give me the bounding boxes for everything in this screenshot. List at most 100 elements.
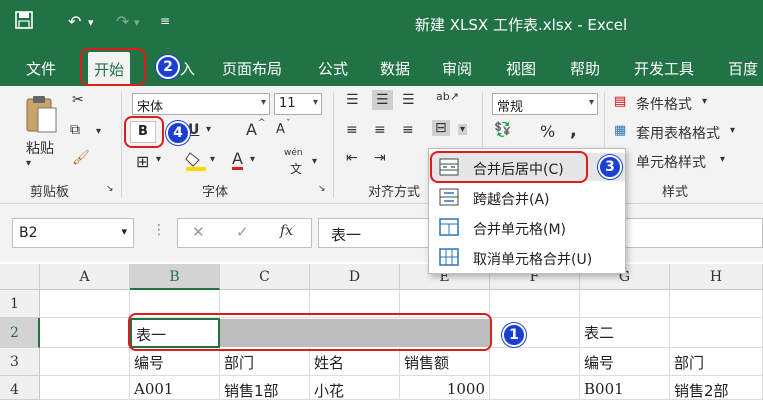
borders-icon[interactable]: ⊞ (136, 152, 149, 171)
name-box[interactable]: B2 ▾ (12, 218, 134, 248)
cell-g2[interactable]: 表二 (580, 318, 670, 348)
fill-color-icon[interactable] (184, 150, 208, 176)
format-painter-icon[interactable]: 🖌 (72, 150, 90, 166)
cell-a1[interactable] (40, 290, 130, 318)
shrink-font-button[interactable]: A (276, 122, 285, 137)
tab-help[interactable]: 帮助 (570, 58, 600, 79)
cell-c3[interactable]: 部门 (220, 348, 310, 376)
fill-color-dropdown-icon[interactable]: ▾ (210, 154, 215, 165)
redo-dropdown-icon[interactable]: ▾ (134, 16, 140, 29)
undo-icon[interactable]: ↶ (68, 12, 81, 31)
align-middle-icon[interactable]: ☰ (372, 90, 393, 110)
cell-styles-button[interactable]: 单元格样式 (636, 152, 706, 172)
font-name-select[interactable]: 宋体 ▾ (132, 93, 270, 115)
row-header-3[interactable]: 3 (0, 348, 40, 376)
cell-e3[interactable]: 销售额 (400, 348, 490, 376)
cell-g1[interactable] (580, 290, 670, 318)
paste-label[interactable]: 粘贴 (26, 138, 54, 158)
tab-data[interactable]: 数据 (380, 58, 410, 79)
formula-bar-handle-icon[interactable]: ⋮ (152, 222, 166, 238)
cell-f1[interactable] (490, 290, 580, 318)
paste-dropdown-icon[interactable]: ▾ (26, 158, 31, 169)
customize-toolbar-icon[interactable]: ≡ (160, 14, 170, 28)
phonetic-guide-button[interactable]: wén (284, 148, 303, 158)
phonetic-dropdown-icon[interactable]: ▾ (312, 156, 317, 167)
insert-function-icon[interactable]: fx (280, 223, 293, 239)
number-format-select[interactable]: 常规 ▾ (492, 93, 598, 115)
font-size-select[interactable]: 11 ▾ (274, 93, 322, 115)
row-header-1[interactable]: 1 (0, 290, 40, 318)
accounting-format-icon[interactable]: 💱 (494, 122, 511, 138)
menu-item-unmerge-cells[interactable]: 取消单元格合并(U) (429, 243, 625, 271)
menu-item-merge-across[interactable]: 跨越合并(A) (429, 183, 625, 211)
cell-b4[interactable]: A001 (130, 376, 220, 400)
row-header-4[interactable]: 4 (0, 376, 40, 400)
conditional-format-button[interactable]: 条件格式 (636, 94, 692, 114)
column-header-c[interactable]: C (220, 264, 310, 290)
cell-h1[interactable] (670, 290, 763, 318)
cell-d3[interactable]: 姓名 (310, 348, 400, 376)
tab-insert[interactable]: 入 (180, 58, 195, 79)
font-color-dropdown-icon[interactable]: ▾ (250, 154, 255, 165)
cell-g3[interactable]: 编号 (580, 348, 670, 376)
cell-h4[interactable]: 销售2部 (670, 376, 763, 400)
format-as-table-button[interactable]: 套用表格格式 (636, 123, 720, 143)
align-right-icon[interactable]: ≡ (402, 122, 414, 138)
row-header-2[interactable]: 2 (0, 318, 40, 348)
decrease-indent-icon[interactable]: ⇤ (346, 150, 358, 166)
copy-dropdown-icon[interactable]: ▾ (96, 126, 101, 137)
menu-item-merge-cells[interactable]: 合并单元格(M) (429, 213, 625, 241)
align-top-icon[interactable]: ☰ (346, 92, 359, 108)
cell-c4[interactable]: 销售1部 (220, 376, 310, 400)
chevron-down-icon[interactable]: ▾ (121, 225, 127, 238)
orientation-icon[interactable]: ab↗ (436, 90, 459, 103)
column-header-d[interactable]: D (310, 264, 400, 290)
clipboard-launcher-icon[interactable]: ↘ (106, 184, 114, 194)
borders-dropdown-icon[interactable]: ▾ (156, 154, 161, 165)
cancel-icon[interactable]: ✕ (192, 223, 205, 241)
comma-button[interactable]: , (570, 120, 577, 141)
cell-f3[interactable] (490, 348, 580, 376)
column-header-h[interactable]: H (670, 264, 763, 290)
tab-formulas[interactable]: 公式 (318, 58, 348, 79)
chevron-down-icon[interactable]: ▾ (730, 125, 735, 136)
cut-icon[interactable]: ✂ (72, 92, 84, 108)
chevron-down-icon[interactable]: ▾ (702, 96, 707, 107)
tab-page-layout[interactable]: 页面布局 (222, 58, 282, 79)
cell-b3[interactable]: 编号 (130, 348, 220, 376)
column-header-b[interactable]: B (130, 264, 220, 290)
copy-icon[interactable]: ⧉ (70, 122, 80, 138)
cell-a4[interactable] (40, 376, 130, 400)
align-left-icon[interactable]: ≡ (346, 122, 358, 138)
cell-d4[interactable]: 小花 (310, 376, 400, 400)
select-all-corner[interactable] (0, 264, 40, 290)
enter-icon[interactable]: ✓ (236, 223, 249, 241)
align-center-icon[interactable]: ≡ (374, 122, 386, 138)
tab-developer[interactable]: 开发工具 (634, 58, 694, 79)
redo-icon[interactable]: ↷ (116, 12, 129, 31)
paste-icon[interactable] (24, 94, 60, 138)
grow-font-button[interactable]: A (246, 120, 257, 139)
column-header-a[interactable]: A (40, 264, 130, 290)
cell-g4[interactable]: B001 (580, 376, 670, 400)
percent-button[interactable]: % (540, 122, 555, 141)
tab-file[interactable]: 文件 (26, 58, 56, 79)
cell-h2[interactable] (670, 318, 763, 348)
cell-a2[interactable] (40, 318, 130, 348)
cell-a3[interactable] (40, 348, 130, 376)
chevron-down-icon[interactable]: ▾ (720, 154, 725, 165)
font-color-button[interactable]: A (232, 150, 243, 170)
cell-f4[interactable] (490, 376, 580, 400)
tab-review[interactable]: 审阅 (442, 58, 472, 79)
save-icon[interactable] (14, 10, 34, 34)
undo-dropdown-icon[interactable]: ▾ (88, 16, 94, 29)
merge-center-icon[interactable]: ⊟ (432, 120, 450, 136)
cell-e4[interactable]: 1000 (400, 376, 490, 400)
align-bottom-icon[interactable]: ☰ (402, 92, 415, 108)
tab-view[interactable]: 视图 (506, 58, 536, 79)
font-launcher-icon[interactable]: ↘ (318, 184, 326, 194)
tab-baidu[interactable]: 百度 (728, 58, 758, 79)
merge-dropdown-icon[interactable]: ▾ (458, 124, 468, 135)
underline-dropdown-icon[interactable]: ▾ (206, 124, 211, 135)
cell-h3[interactable]: 部门 (670, 348, 763, 376)
